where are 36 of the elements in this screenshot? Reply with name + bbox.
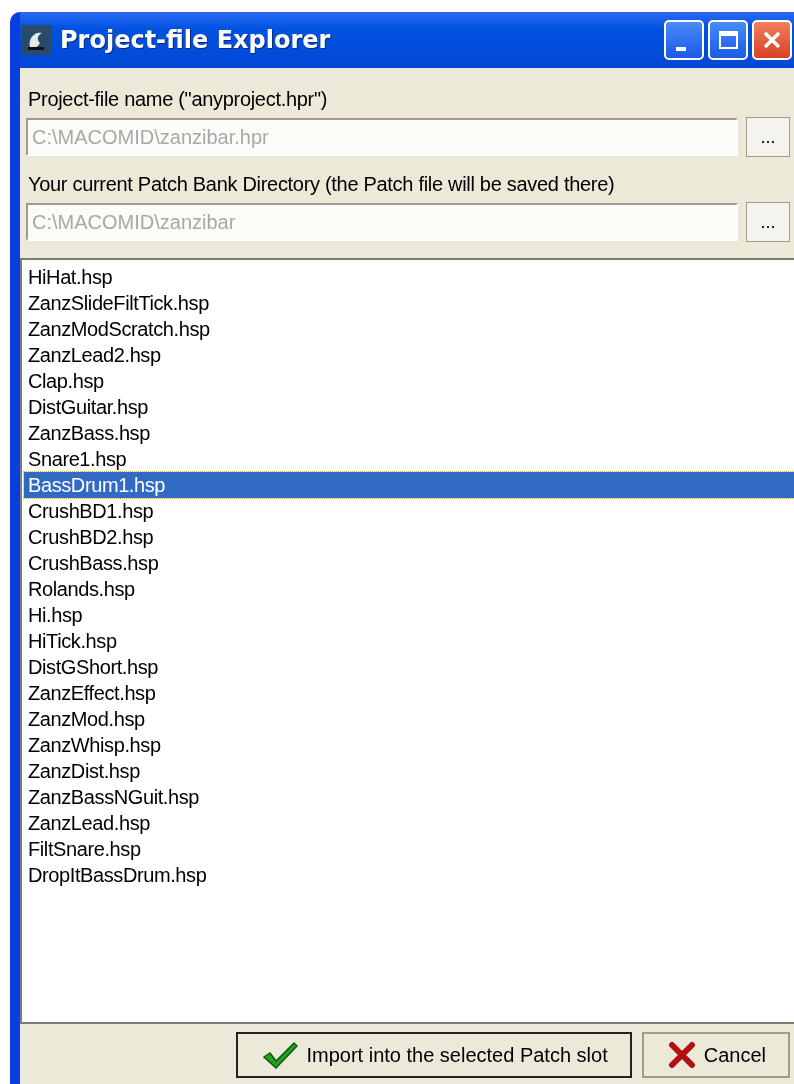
file-list-item[interactable]: Snare1.hsp (24, 446, 794, 472)
checkmark-icon (262, 1040, 299, 1070)
cross-icon (667, 1041, 696, 1069)
file-list-item[interactable]: ZanzEffect.hsp (24, 680, 794, 706)
app-icon (22, 25, 52, 55)
field-label: Project-file name ("anyproject.hpr") (28, 88, 329, 111)
close-button[interactable] (752, 20, 792, 60)
window-title: Project-file Explorer (60, 26, 332, 54)
file-list-item[interactable]: ZanzWhisp.hsp (24, 732, 794, 758)
cancel-button[interactable]: Cancel (641, 1032, 790, 1078)
file-list-item[interactable]: DistGShort.hsp (24, 654, 794, 680)
file-list-item[interactable]: ZanzSlideFiltTick.hsp (24, 290, 794, 316)
file-list-item[interactable]: ZanzLead2.hsp (24, 342, 794, 368)
file-list-item[interactable]: Hi.hsp (24, 602, 794, 628)
file-list-item[interactable]: CrushBD1.hsp (24, 498, 794, 524)
file-list-item[interactable]: CrushBass.hsp (24, 550, 794, 576)
file-list-item[interactable]: Rolands.hsp (24, 576, 794, 602)
file-list-item[interactable]: FiltSnare.hsp (24, 836, 794, 862)
file-list-item[interactable]: ZanzLead.hsp (24, 810, 794, 836)
file-list-item[interactable]: BassDrum1.hsp (24, 472, 794, 498)
file-list-item[interactable]: DropItBassDrum.hsp (24, 862, 794, 888)
file-list-item[interactable]: Clap.hsp (24, 368, 794, 394)
file-list-item[interactable]: DistGuitar.hsp (24, 394, 794, 420)
minimize-button[interactable] (664, 20, 704, 60)
file-list-item[interactable]: CrushBD2.hsp (24, 524, 794, 550)
file-list-item[interactable]: ZanzBass.hsp (24, 420, 794, 446)
file-list-item[interactable]: HiTick.hsp (24, 628, 794, 654)
file-list-item[interactable]: HiHat.hsp (24, 264, 794, 290)
maximize-button[interactable] (708, 20, 748, 60)
file-list-item[interactable]: ZanzBassNGuit.hsp (24, 784, 794, 810)
minimize-icon (676, 47, 686, 51)
file-list-item[interactable]: ZanzModScratch.hsp (24, 316, 794, 342)
field-label: Your current Patch Bank Directory (the Patch file will be saved there) (28, 173, 616, 196)
import-button[interactable]: Import into the selected Patch slot (236, 1032, 632, 1078)
file-list-item[interactable]: ZanzDist.hsp (24, 758, 794, 784)
file-list-item[interactable]: ZanzMod.hsp (24, 706, 794, 732)
